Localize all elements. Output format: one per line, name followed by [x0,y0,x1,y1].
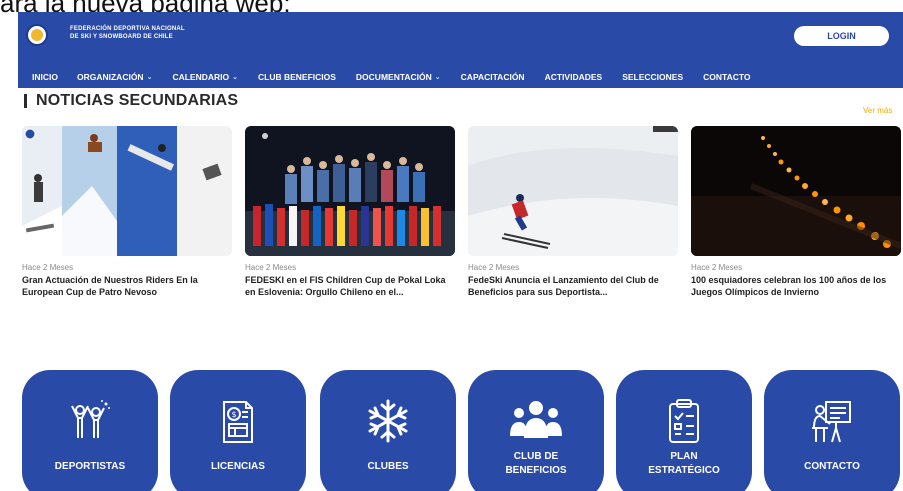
nav-item-selecciones[interactable]: SELECCIONES [622,72,683,82]
license-icon: $ [216,398,260,451]
nav-label: CAPACITACIÓN [460,72,525,82]
tile-label: CLUBES [367,461,409,472]
tile-label-line1: PLAN [670,451,698,462]
news-time-ago: Hace 2 Meses [245,263,297,272]
tile-clubes[interactable]: CLUBES [320,370,456,491]
news-card[interactable]: Hace 2 Meses FedeSki Anuncia el Lanzamie… [468,126,678,298]
news-title[interactable]: FedeSki Anuncia el Lanzamiento del Club … [468,274,673,298]
chevron-down-icon: ⌄ [232,74,238,81]
torch-night-image [691,126,901,256]
main-nav: INICIO ORGANIZACIÓN ⌄ CALENDARIO ⌄ CLUB BE… [18,68,903,86]
tile-deportistas[interactable]: DEPORTISTAS [22,370,158,491]
nav-item-actividades[interactable]: ACTIVIDADES [545,72,603,82]
tile-label: CONTACTO [804,461,860,472]
federation-logo[interactable] [26,24,48,46]
nav-label: INICIO [32,72,58,82]
tile-label-line1: CLUB DE [513,451,559,462]
nav-label: CLUB BENEFICIOS [258,72,336,82]
group-icon [508,398,564,447]
nav-item-calendario[interactable]: CALENDARIO ⌄ [172,72,238,82]
tile-contacto[interactable]: CONTACTO [764,370,900,491]
tile-label: CLUB DE BENEFICIOS [468,450,604,478]
news-image-team-flags[interactable] [245,126,455,256]
quick-links: DEPORTISTAS $ LICENCIAS CLUBES CLUB DE B… [0,370,903,491]
news-title[interactable]: FEDESKI en el FIS Children Cup de Pokal … [245,274,450,298]
nav-item-organizacion[interactable]: ORGANIZACIÓN ⌄ [77,72,152,82]
site-header: FEDERACIÓN DEPORTIVA NACIONAL DE SKI Y S… [18,12,903,88]
page: ara la nueva página web: FEDERACIÓN DEPO… [0,0,903,491]
section-title: NOTICIAS SECUNDARIAS [36,92,239,109]
nav-label: DOCUMENTACIÓN [355,72,432,82]
login-button[interactable]: LOGIN [794,26,889,46]
nav-label: CALENDARIO [172,72,230,82]
top-bar: FEDERACIÓN DEPORTIVA NACIONAL DE SKI Y S… [18,12,903,62]
nav-item-capacitacion[interactable]: CAPACITACIÓN [461,72,525,82]
nav-label: ORGANIZACIÓN [76,72,144,82]
nav-label: ACTIVIDADES [544,72,603,82]
tile-plan-estrategico[interactable]: PLAN ESTRATÉGICO [616,370,752,491]
svg-text:$: $ [231,410,236,419]
news-title[interactable]: Gran Actuación de Nuestros Riders En la … [22,274,227,298]
team-flags-image [245,126,455,256]
nav-label: SELECCIONES [622,72,684,82]
news-card[interactable]: Hace 2 Meses 100 esquiadores celebran lo… [691,126,901,298]
news-card[interactable]: Hace 2 Meses FEDESKI en el FIS Children … [245,126,455,298]
org-name-line1: FEDERACIÓN DEPORTIVA NACIONAL [70,26,185,32]
tile-label: PLAN ESTRATÉGICO [616,450,752,478]
athletes-icon [68,398,112,447]
tile-label-line2: ESTRATÉGICO [648,465,720,476]
see-more-link[interactable]: Ver más [863,106,892,115]
chevron-down-icon: ⌄ [146,74,153,81]
tile-club-de-beneficios[interactable]: CLUB DE BENEFICIOS [468,370,604,491]
news-image-skier-slope[interactable] [468,126,678,256]
logo-emblem-icon [31,29,43,41]
org-name-line2: DE SKI Y SNOWBOARD DE CHILE [70,34,173,40]
news-title[interactable]: 100 esquiadores celebran los 100 años de… [691,274,896,298]
snowboard-collage-image [22,126,232,256]
nav-item-contacto[interactable]: CONTACTO [703,72,750,82]
nav-label: CONTACTO [703,72,751,82]
skier-slope-image [468,126,678,256]
news-image-torch-night[interactable] [691,126,901,256]
snowflake-icon [365,398,411,449]
news-card[interactable]: Hace 2 Meses Gran Actuación de Nuestros … [22,126,232,298]
tile-label: DEPORTISTAS [54,461,126,472]
news-time-ago: Hace 2 Meses [691,263,743,272]
news-image-snowboard-collage[interactable] [22,126,232,256]
section-accent-bar [24,94,27,108]
nav-item-documentacion[interactable]: DOCUMENTACIÓN ⌄ [356,72,441,82]
clipboard-icon [662,398,706,451]
nav-item-inicio[interactable]: INICIO [32,72,58,82]
tile-label-line2: BENEFICIOS [505,465,567,476]
presenter-icon [810,398,854,449]
chevron-down-icon: ⌄ [434,74,441,81]
nav-item-club-beneficios[interactable]: CLUB BENEFICIOS [258,72,336,82]
tile-licencias[interactable]: $ LICENCIAS [170,370,306,491]
news-time-ago: Hace 2 Meses [22,263,74,272]
news-time-ago: Hace 2 Meses [468,263,520,272]
org-name: FEDERACIÓN DEPORTIVA NACIONAL DE SKI Y S… [70,25,185,41]
tile-label: LICENCIAS [211,461,265,472]
